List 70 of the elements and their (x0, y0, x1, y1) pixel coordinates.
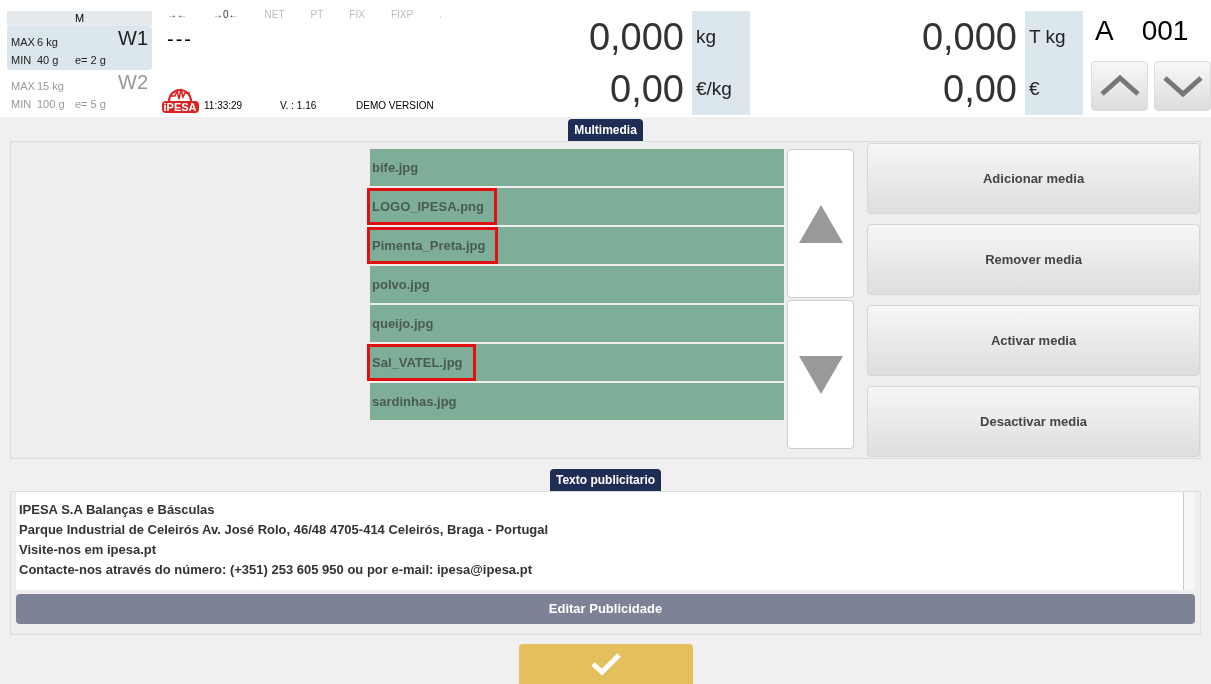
up-button[interactable] (1091, 61, 1148, 111)
action-button[interactable]: Desactivar media (867, 386, 1200, 457)
edit-advertising-button[interactable]: Editar Publicidade (16, 594, 1195, 624)
status-indicator: →0← (213, 8, 239, 22)
max-value: 6 kg (37, 34, 59, 50)
status-indicator: FIX (349, 8, 365, 22)
version-label: V. : 1.16 (280, 99, 318, 113)
media-item[interactable]: LOGO_IPESA.png (370, 188, 784, 225)
status-indicator: →← (167, 8, 187, 22)
readout-value: 0,000 (920, 18, 1018, 56)
media-item[interactable]: polvo.jpg (370, 266, 784, 303)
readout-unit: kg (692, 11, 750, 63)
max-label: MAX (11, 78, 36, 94)
readout-value: 0,00 (942, 70, 1018, 108)
scroll-down-button[interactable] (786, 300, 855, 449)
readout-unit: T kg (1025, 11, 1083, 63)
division-value: e= 2 g (75, 52, 106, 68)
file-name: sardinhas.jpg (371, 392, 458, 411)
triangle-down-icon (798, 355, 843, 394)
max-value: 15 kg (37, 78, 65, 94)
demo-label: DEMO VERSION (356, 99, 434, 113)
text-line: Visite-nos em ipesa.pt (19, 541, 158, 559)
action-button[interactable]: Activar media (867, 305, 1200, 376)
operator-number: 001 (1141, 17, 1189, 45)
file-name: queijo.jpg (371, 314, 435, 333)
file-name: LOGO_IPESA.png (370, 190, 494, 223)
advertising-text-area[interactable] (16, 492, 1195, 590)
section-title: Multimedia (568, 119, 643, 141)
weight-status: --- (166, 29, 194, 49)
operator-letter: A (1095, 17, 1114, 45)
scroll-up-button[interactable] (786, 149, 855, 298)
readout-value: 0,00 (609, 70, 685, 108)
media-item[interactable]: queijo.jpg (370, 305, 784, 342)
file-name: bife.jpg (371, 158, 420, 177)
min-value: 40 g (37, 52, 60, 68)
check-icon (589, 652, 622, 676)
media-item[interactable]: Sal_VATEL.jpg (370, 344, 784, 381)
file-name: Pimenta_Preta.jpg (370, 229, 496, 262)
status-indicator: PT (310, 8, 324, 22)
readout-unit: € (1025, 63, 1083, 115)
down-button[interactable] (1154, 61, 1211, 111)
readout-value: 0,000 (587, 18, 685, 56)
media-item[interactable]: bife.jpg (370, 149, 784, 186)
division-value: e= 5 g (75, 96, 106, 112)
clock-time: 11:33:29 (204, 99, 244, 113)
triangle-up-icon (798, 204, 843, 243)
action-button[interactable]: Adicionar media (867, 143, 1200, 214)
media-item[interactable]: Pimenta_Preta.jpg (370, 227, 784, 264)
status-indicator: FIXP (390, 8, 414, 22)
mode-label: M (7, 11, 152, 26)
min-label: MIN (11, 52, 33, 68)
logo-text: iPESA (161, 101, 199, 113)
max-label: MAX (11, 34, 36, 50)
status-indicator: NET (264, 8, 285, 22)
scale-name: W2 (118, 70, 148, 94)
action-button[interactable]: Remover media (867, 224, 1200, 295)
min-label: MIN (11, 96, 33, 112)
section-title: Texto publicitario (549, 469, 662, 491)
text-line: Parque Industrial de Celeirós Av. José Rolo, 46/48 4705-414 Celeirós, Braga - Portugal (19, 521, 550, 539)
text-line: Contacte-nos através do número: (+351) 253 605 950 ou por e-mail: ipesa@ipesa.pt (19, 561, 533, 579)
media-item[interactable]: sardinhas.jpg (370, 383, 784, 420)
file-name: polvo.jpg (371, 275, 431, 294)
status-indicator: . (439, 8, 442, 22)
confirm-button[interactable] (518, 644, 693, 684)
scale-name: W1 (118, 26, 148, 50)
min-value: 100 g (37, 96, 66, 112)
text-line: IPESA S.A Balanças e Básculas (19, 501, 216, 519)
readout-unit: €/kg (692, 63, 750, 115)
scrollbar[interactable] (1183, 492, 1195, 590)
file-name: Sal_VATEL.jpg (370, 346, 473, 379)
